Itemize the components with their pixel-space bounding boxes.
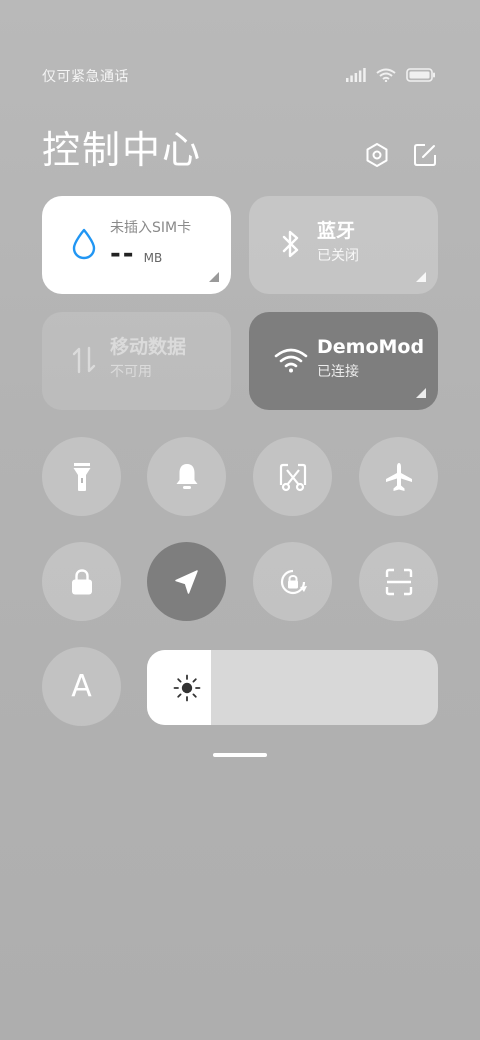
lock-icon bbox=[71, 568, 92, 594]
flashlight-toggle[interactable] bbox=[42, 437, 121, 516]
mute-toggle[interactable] bbox=[147, 437, 226, 516]
scan-icon bbox=[385, 568, 412, 595]
rotation-lock-icon bbox=[280, 569, 307, 594]
battery-icon bbox=[406, 67, 436, 86]
mobile-data-title: 移动数据 bbox=[110, 336, 187, 358]
airplane-mode-toggle[interactable] bbox=[359, 437, 438, 516]
data-usage-text: 未插入SIM卡 -- MB bbox=[110, 218, 217, 268]
location-arrow-icon bbox=[174, 569, 198, 594]
bell-icon bbox=[176, 463, 197, 489]
data-usage-tile[interactable]: 未插入SIM卡 -- MB bbox=[42, 196, 231, 294]
water-drop-icon bbox=[66, 226, 102, 262]
data-usage-value: -- bbox=[110, 239, 136, 268]
data-arrows-icon bbox=[66, 342, 102, 378]
data-usage-unit: MB bbox=[143, 251, 163, 265]
rotation-lock-toggle[interactable] bbox=[253, 542, 332, 621]
airplane-icon bbox=[385, 462, 412, 491]
wifi-status: 已连接 bbox=[317, 364, 359, 380]
wifi-icon bbox=[376, 67, 396, 86]
bluetooth-tile[interactable]: 蓝牙 已关闭 bbox=[249, 196, 438, 294]
scanner-toggle[interactable] bbox=[359, 542, 438, 621]
status-icons bbox=[346, 67, 436, 86]
page-title: 控制中心 bbox=[42, 128, 203, 172]
status-bar: 仅可紧急通话 bbox=[42, 64, 436, 88]
expand-corner-icon bbox=[416, 388, 426, 398]
wifi-network-name: DemoMode bbox=[317, 336, 424, 358]
bluetooth-title: 蓝牙 bbox=[317, 220, 356, 242]
mobile-data-status: 不可用 bbox=[110, 364, 152, 380]
location-toggle[interactable] bbox=[147, 542, 226, 621]
carrier-status: 仅可紧急通话 bbox=[42, 69, 129, 85]
mobile-data-tile[interactable]: 移动数据 不可用 bbox=[42, 312, 231, 410]
wifi-icon bbox=[273, 342, 309, 378]
bluetooth-status: 已关闭 bbox=[317, 248, 359, 264]
auto-brightness-toggle[interactable]: A bbox=[42, 647, 121, 726]
signal-icon bbox=[346, 67, 366, 86]
header-actions bbox=[364, 142, 438, 168]
scissors-icon bbox=[279, 463, 306, 491]
auto-brightness-icon: A bbox=[71, 668, 92, 704]
sim-status-label: 未插入SIM卡 bbox=[110, 220, 192, 236]
expand-corner-icon bbox=[209, 272, 219, 282]
wifi-tile[interactable]: DemoMode 已连接 bbox=[249, 312, 438, 410]
expand-corner-icon bbox=[416, 272, 426, 282]
home-indicator[interactable] bbox=[213, 753, 267, 757]
settings-button[interactable] bbox=[364, 142, 390, 168]
header: 控制中心 bbox=[42, 124, 438, 180]
edit-icon bbox=[414, 144, 436, 166]
edit-button[interactable] bbox=[412, 142, 438, 168]
bluetooth-icon bbox=[273, 226, 309, 262]
settings-icon bbox=[366, 143, 388, 167]
lock-screen-toggle[interactable] bbox=[42, 542, 121, 621]
screenshot-toggle[interactable] bbox=[253, 437, 332, 516]
brightness-slider[interactable] bbox=[147, 650, 438, 725]
flashlight-icon bbox=[73, 462, 90, 491]
sun-icon bbox=[173, 674, 201, 702]
